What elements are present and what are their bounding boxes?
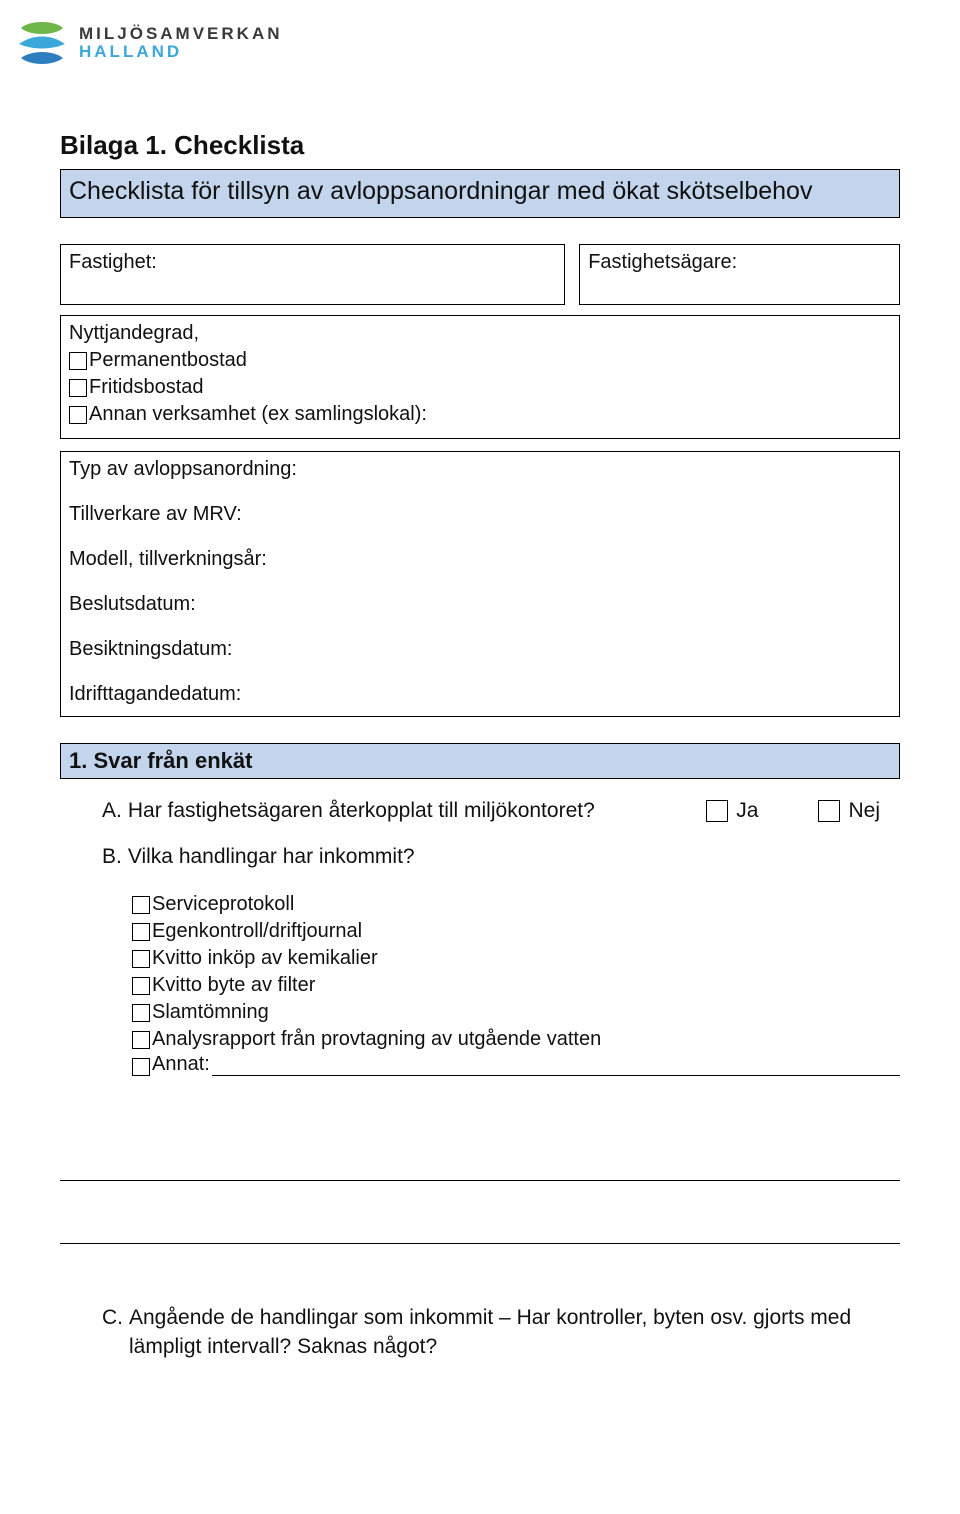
- question-c-block: C. Angående de handlingar som inkommit –…: [60, 1304, 900, 1361]
- logo-text-bottom: HALLAND: [79, 43, 283, 61]
- detail-idrift: Idrifttagandedatum:: [69, 683, 891, 706]
- checkbox-annat[interactable]: [132, 1058, 150, 1076]
- fastighetsagare-label: Fastighetsägare:: [588, 251, 737, 273]
- question-c-letter: C.: [102, 1304, 123, 1361]
- checkbox-egenkontroll[interactable]: [132, 923, 150, 941]
- label-serviceprotokoll: Serviceprotokoll: [152, 891, 294, 918]
- title-box: Checklista för tillsyn av avloppsanordni…: [60, 169, 900, 218]
- question-b-text: Vilka handlingar har inkommit?: [128, 845, 415, 869]
- row-annat: Annat:: [132, 1053, 900, 1076]
- fastighet-label: Fastighet:: [69, 251, 157, 273]
- question-a-letter: A.: [102, 799, 122, 823]
- property-row: Fastighet: Fastighetsägare:: [60, 244, 900, 305]
- page-title: Bilaga 1. Checklista: [60, 130, 900, 161]
- label-annat: Annat:: [152, 1053, 210, 1076]
- row-kvitto-kemikalier: Kvitto inköp av kemikalier: [132, 945, 900, 972]
- question-c-text: Angående de handlingar som inkommit – Ha…: [129, 1304, 900, 1361]
- detail-modell: Modell, tillverkningsår:: [69, 548, 891, 571]
- nyttjandegrad-box: Nyttjandegrad, Permanentbostad Fritidsbo…: [60, 315, 900, 439]
- question-a-row: A. Har fastighetsägaren återkopplat till…: [102, 799, 900, 823]
- details-box: Typ av avloppsanordning: Tillverkare av …: [60, 451, 900, 717]
- label-kvitto-kemikalier: Kvitto inköp av kemikalier: [152, 945, 378, 972]
- label-slamtomning: Slamtömning: [152, 999, 269, 1026]
- label-ja: Ja: [736, 799, 758, 823]
- checkbox-row-permanent: Permanentbostad: [69, 347, 891, 374]
- checkbox-annan-verksamhet[interactable]: [69, 406, 87, 424]
- row-slamtomning: Slamtömning: [132, 999, 900, 1026]
- fastighetsagare-box[interactable]: Fastighetsägare:: [579, 244, 900, 305]
- question-b-options: Serviceprotokoll Egenkontroll/driftjourn…: [60, 891, 900, 1076]
- option-ja: Ja: [706, 799, 758, 823]
- label-annan-verksamhet: Annan verksamhet (ex samlingslokal):: [89, 401, 427, 428]
- detail-besiktning: Besiktningsdatum:: [69, 638, 891, 661]
- row-egenkontroll: Egenkontroll/driftjournal: [132, 918, 900, 945]
- checkbox-fritid[interactable]: [69, 379, 87, 397]
- logo-icon: [15, 16, 69, 70]
- detail-tillverkare: Tillverkare av MRV:: [69, 503, 891, 526]
- detail-typ: Typ av avloppsanordning:: [69, 458, 891, 481]
- question-b-row: B. Vilka handlingar har inkommit?: [102, 845, 900, 869]
- checkbox-slamtomning[interactable]: [132, 1004, 150, 1022]
- free-text-line-2[interactable]: [60, 1209, 900, 1244]
- logo-text-top: MILJÖSAMVERKAN: [79, 25, 283, 43]
- checkbox-analysrapport[interactable]: [132, 1031, 150, 1049]
- question-a-text: Har fastighetsägaren återkopplat till mi…: [128, 799, 595, 823]
- nyttjandegrad-label: Nyttjandegrad,: [69, 322, 891, 345]
- logo-block: MILJÖSAMVERKAN HALLAND: [15, 16, 900, 70]
- label-analysrapport: Analysrapport från provtagning av utgåen…: [152, 1026, 601, 1053]
- section-1-header: 1. Svar från enkät: [60, 743, 900, 779]
- row-serviceprotokoll: Serviceprotokoll: [132, 891, 900, 918]
- annat-input-line[interactable]: [212, 1057, 900, 1076]
- label-egenkontroll: Egenkontroll/driftjournal: [152, 918, 362, 945]
- label-nej: Nej: [848, 799, 880, 823]
- question-b-letter: B.: [102, 845, 122, 869]
- checkbox-permanent[interactable]: [69, 352, 87, 370]
- option-nej: Nej: [818, 799, 880, 823]
- checkbox-row-fritid: Fritidsbostad: [69, 374, 891, 401]
- logo-text: MILJÖSAMVERKAN HALLAND: [79, 25, 283, 61]
- checkbox-kvitto-filter[interactable]: [132, 977, 150, 995]
- label-permanent: Permanentbostad: [89, 347, 247, 374]
- checkbox-ja[interactable]: [706, 800, 728, 822]
- fastighet-box[interactable]: Fastighet:: [60, 244, 565, 305]
- checkbox-kvitto-kemikalier[interactable]: [132, 950, 150, 968]
- label-kvitto-filter: Kvitto byte av filter: [152, 972, 315, 999]
- document-page: MILJÖSAMVERKAN HALLAND Bilaga 1. Checkli…: [0, 0, 960, 1401]
- question-a-block: A. Har fastighetsägaren återkopplat till…: [60, 799, 900, 869]
- checkbox-nej[interactable]: [818, 800, 840, 822]
- row-kvitto-filter: Kvitto byte av filter: [132, 972, 900, 999]
- row-analysrapport: Analysrapport från provtagning av utgåen…: [132, 1026, 900, 1053]
- detail-beslut: Beslutsdatum:: [69, 593, 891, 616]
- label-fritid: Fritidsbostad: [89, 374, 204, 401]
- checkbox-row-annan: Annan verksamhet (ex samlingslokal):: [69, 401, 891, 428]
- checkbox-serviceprotokoll[interactable]: [132, 896, 150, 914]
- free-text-line-1[interactable]: [60, 1146, 900, 1181]
